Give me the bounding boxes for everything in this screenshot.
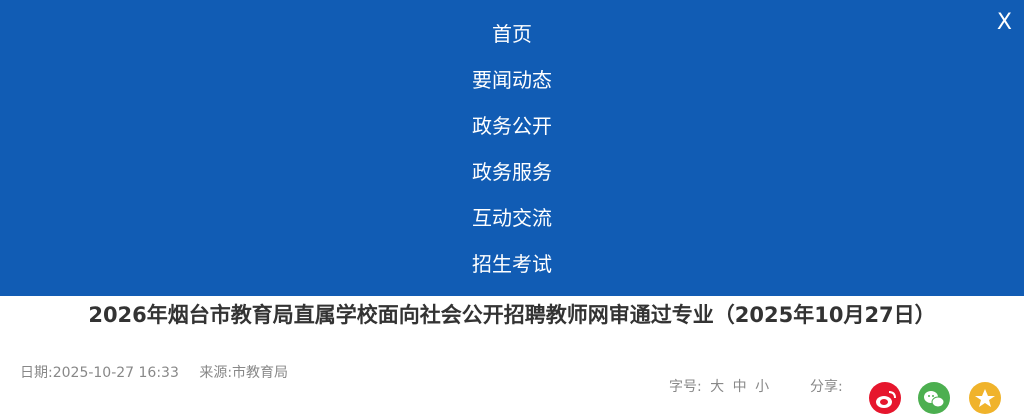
nav-item-exams[interactable]: 招生考试 xyxy=(0,241,1024,287)
nav-item-interaction[interactable]: 互动交流 xyxy=(0,195,1024,241)
nav-overlay: 首页 要闻动态 政务公开 政务服务 互动交流 招生考试 X xyxy=(0,0,1024,296)
article-source: 来源:市教育局 xyxy=(199,365,289,381)
font-size-large-button[interactable]: 大 xyxy=(710,379,724,395)
font-size-small-button[interactable]: 小 xyxy=(755,379,769,395)
nav-item-home[interactable]: 首页 xyxy=(0,11,1024,57)
font-size-medium-button[interactable]: 中 xyxy=(733,379,747,395)
font-size-label: 字号: xyxy=(669,379,702,395)
article-title: 2026年烟台市教育局直属学校面向社会公开招聘教师网审通过专业（2025年10月… xyxy=(88,303,936,327)
nav-item-gov-services[interactable]: 政务服务 xyxy=(0,149,1024,195)
weibo-icon[interactable] xyxy=(869,382,901,414)
qzone-icon[interactable] xyxy=(969,382,1001,414)
share-label: 分享: xyxy=(810,379,843,395)
article-meta: 日期:2025-10-27 16:33 来源:市教育局 xyxy=(20,362,304,382)
nav-item-gov-affairs[interactable]: 政务公开 xyxy=(0,103,1024,149)
article-date: 日期:2025-10-27 16:33 xyxy=(20,365,179,381)
nav-item-news[interactable]: 要闻动态 xyxy=(0,57,1024,103)
font-size-tools: 字号: 大 中 小 xyxy=(669,376,769,396)
close-button[interactable]: X xyxy=(997,10,1012,35)
wechat-icon[interactable] xyxy=(918,382,950,414)
nav-menu: 首页 要闻动态 政务公开 政务服务 互动交流 招生考试 xyxy=(0,11,1024,287)
